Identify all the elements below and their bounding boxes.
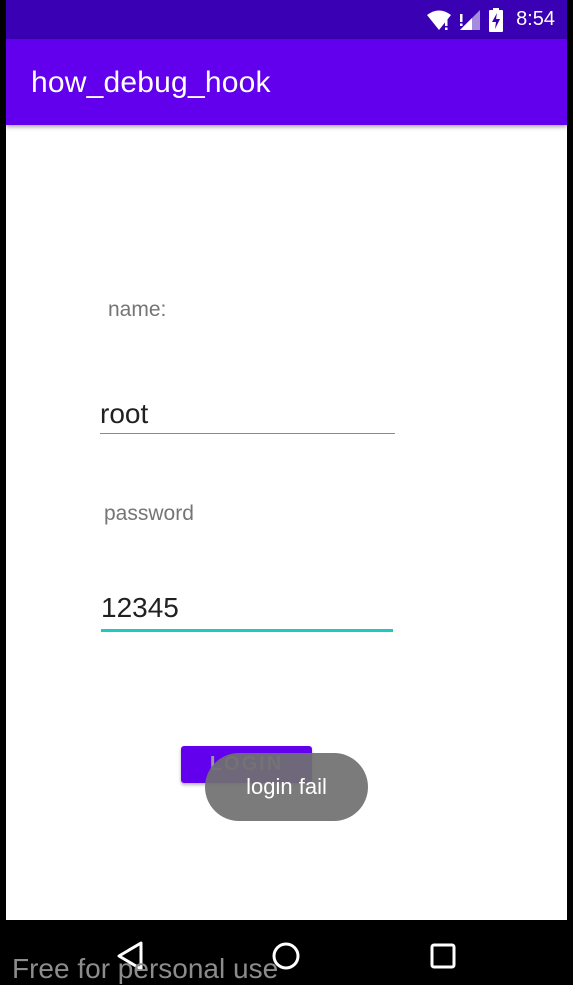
wifi-icon bbox=[427, 10, 452, 30]
app-screen: 8:54 how_debug_hook name: password LOGIN… bbox=[6, 0, 567, 920]
status-bar: 8:54 bbox=[6, 0, 567, 39]
battery-charging-icon bbox=[489, 7, 504, 32]
toast-message: login fail bbox=[205, 753, 368, 821]
password-input[interactable] bbox=[101, 590, 393, 626]
password-label: password bbox=[104, 502, 194, 525]
password-input-underline bbox=[101, 629, 393, 632]
watermark-text: Free for personal use bbox=[12, 953, 279, 984]
name-label: name: bbox=[108, 298, 167, 321]
app-title: how_debug_hook bbox=[31, 66, 271, 99]
toast-text: login fail bbox=[246, 774, 327, 799]
recents-icon[interactable] bbox=[429, 940, 457, 972]
status-icons: 8:54 bbox=[426, 0, 555, 39]
name-input-underline bbox=[100, 433, 395, 434]
status-time: 8:54 bbox=[516, 8, 555, 30]
app-bar: how_debug_hook bbox=[6, 39, 567, 125]
name-input[interactable] bbox=[100, 396, 394, 432]
signal-icon bbox=[460, 9, 481, 30]
